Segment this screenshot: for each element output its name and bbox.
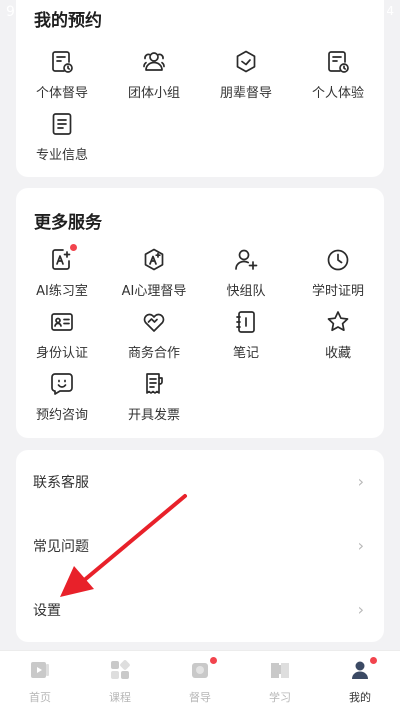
hexagon-check-icon	[236, 50, 256, 73]
service-appointment-consultation[interactable]: 预约咨询	[16, 371, 108, 427]
service-item-label: 商务合作	[127, 346, 180, 361]
document-icon	[52, 113, 72, 135]
tab-study[interactable]: 学习	[240, 651, 320, 711]
service-item-label: 预约咨询	[35, 408, 88, 423]
profile-icon	[352, 661, 368, 679]
service-item-label: 身份认证	[35, 346, 88, 361]
status-bar-left: 9	[6, 4, 15, 20]
list-item-label: 常见问题	[33, 539, 89, 555]
appointment-individual-supervision[interactable]: 个体督导	[16, 49, 108, 105]
appointment-peer-supervision[interactable]: 朋辈督导	[200, 49, 292, 105]
home-play-icon	[31, 662, 49, 678]
appointment-item-label: 专业信息	[35, 148, 88, 163]
book-icon	[271, 663, 289, 678]
status-bar-right: 4	[386, 4, 394, 18]
service-item-label: AI练习室	[36, 284, 88, 299]
tab-label: 首页	[29, 691, 51, 704]
ai-hexagon-icon	[144, 248, 164, 271]
tab-label: 学习	[269, 691, 291, 704]
service-item-label: 学时证明	[311, 284, 364, 299]
service-item-label: 笔记	[232, 346, 259, 361]
service-study-hours-certificate[interactable]: 学时证明	[292, 247, 384, 303]
service-issue-invoice[interactable]: 开具发票	[108, 371, 200, 427]
my-appointments-card: 我的预约 个体督导 团体小组 朋辈督导 个人体验 专业信息	[16, 0, 384, 177]
faq-item[interactable]: 常见问题 ›	[16, 514, 384, 578]
appointment-professional-info[interactable]: 专业信息	[16, 111, 108, 167]
service-ai-practice-room[interactable]: AI练习室	[16, 244, 108, 303]
settings-list-card: 联系客服 › 常见问题 › 设置 ›	[16, 450, 384, 642]
tab-courses[interactable]: 课程	[80, 651, 160, 711]
handshake-icon	[143, 313, 165, 332]
ai-practice-icon	[52, 249, 71, 270]
tab-home[interactable]: 首页	[0, 651, 80, 711]
appointment-personal-experience[interactable]: 个人体验	[292, 49, 384, 105]
receipt-icon	[146, 373, 163, 394]
service-notes[interactable]: 笔记	[200, 309, 292, 365]
service-identity-verification[interactable]: 身份认证	[16, 309, 108, 365]
bottom-tab-bar: 首页 课程 督导 学习 我的	[0, 650, 400, 711]
tab-label: 我的	[349, 691, 371, 704]
contact-support-item[interactable]: 联系客服 ›	[16, 450, 384, 514]
notification-badge	[370, 657, 377, 664]
service-ai-psych-supervision[interactable]: AI心理督导	[108, 247, 200, 303]
add-user-icon	[235, 249, 258, 270]
service-item-label: 收藏	[324, 346, 351, 361]
tab-label: 课程	[109, 691, 131, 704]
settings-item[interactable]: 设置 ›	[16, 578, 384, 642]
notebook-icon	[236, 311, 255, 333]
supervision-icon	[192, 663, 208, 678]
service-item-label: 快组队	[226, 284, 266, 299]
id-card-icon	[51, 313, 73, 331]
appointment-item-label: 团体小组	[127, 86, 180, 101]
smile-chat-icon	[51, 373, 73, 395]
chevron-right-icon: ›	[357, 600, 364, 619]
tab-mine[interactable]: 我的	[320, 651, 400, 711]
chevron-right-icon: ›	[357, 536, 364, 555]
more-services-title: 更多服务	[34, 213, 102, 233]
calendar-clock-icon	[52, 51, 73, 73]
service-item-label: 开具发票	[127, 408, 180, 423]
clock-icon	[327, 249, 349, 271]
tab-supervision[interactable]: 督导	[160, 651, 240, 711]
service-item-label: AI心理督导	[121, 284, 187, 299]
grid-icon	[111, 660, 130, 679]
appointment-item-label: 个体督导	[35, 86, 88, 101]
chevron-right-icon: ›	[357, 472, 364, 491]
notification-badge	[70, 244, 77, 251]
calendar-clock-icon	[328, 51, 349, 73]
appointment-group[interactable]: 团体小组	[108, 49, 200, 105]
more-services-card: 更多服务 AI练习室 AI心理督导 快组队 学时证明 身份认证 商务合作 笔记 …	[16, 188, 384, 438]
appointment-item-label: 朋辈督导	[219, 86, 272, 101]
service-favorites[interactable]: 收藏	[292, 309, 384, 365]
list-item-label: 联系客服	[33, 475, 89, 491]
star-icon	[327, 311, 349, 332]
service-quick-team[interactable]: 快组队	[200, 247, 292, 303]
list-item-label: 设置	[33, 603, 61, 619]
group-icon	[143, 52, 165, 71]
notification-badge	[210, 657, 217, 664]
tab-label: 督导	[189, 691, 211, 704]
appointment-item-label: 个人体验	[311, 86, 364, 101]
my-appointments-title: 我的预约	[34, 11, 102, 31]
service-business-cooperation[interactable]: 商务合作	[108, 309, 200, 365]
